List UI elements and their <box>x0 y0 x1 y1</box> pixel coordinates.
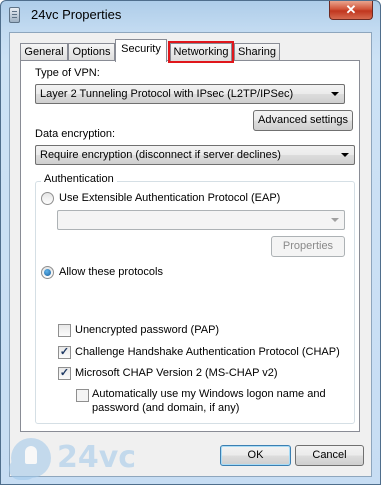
window-title: 24vc Properties <box>31 7 122 22</box>
watermark-logo: 24vc <box>9 434 151 480</box>
authentication-group-label: Authentication <box>41 173 117 185</box>
lock-icon <box>25 446 37 464</box>
pap-checkbox-label[interactable]: Unencrypted password (PAP) <box>75 324 219 336</box>
allow-protocols-radio[interactable] <box>41 266 54 279</box>
auto-logon-label-line1[interactable]: Automatically use my Windows logon name … <box>92 388 326 400</box>
auto-logon-label-line2[interactable]: password (and domain, if any) <box>92 402 239 414</box>
vpn-type-value: Layer 2 Tunneling Protocol with IPsec (L… <box>40 88 294 100</box>
allow-protocols-label[interactable]: Allow these protocols <box>59 266 163 278</box>
advanced-settings-button[interactable]: Advanced settings <box>253 110 353 131</box>
watermark-text: 24vc <box>57 440 137 475</box>
chap-checkbox[interactable]: ✓ <box>58 346 71 359</box>
cancel-button[interactable]: Cancel <box>295 445 364 466</box>
chevron-down-icon <box>331 218 339 222</box>
vpn-type-dropdown[interactable]: Layer 2 Tunneling Protocol with IPsec (L… <box>35 84 345 104</box>
mschap-checkbox[interactable]: ✓ <box>58 367 71 380</box>
eap-radio[interactable] <box>41 192 54 205</box>
properties-button[interactable]: Properties <box>271 236 345 257</box>
tab-security[interactable]: Security <box>115 39 167 62</box>
security-tab-page: Type of VPN: Layer 2 Tunneling Protocol … <box>20 60 360 432</box>
title-bar[interactable]: 24vc Properties ✕ <box>1 1 380 31</box>
ok-button[interactable]: OK <box>220 445 291 466</box>
tab-general[interactable]: General <box>20 43 68 61</box>
dialog-panel: General Options Security Networking Shar… <box>9 32 372 477</box>
chap-checkbox-label[interactable]: Challenge Handshake Authentication Proto… <box>75 346 340 358</box>
eap-radio-label[interactable]: Use Extensible Authentication Protocol (… <box>59 192 280 204</box>
chevron-down-icon <box>331 92 339 96</box>
chevron-down-icon <box>341 153 349 157</box>
tab-sharing[interactable]: Sharing <box>234 43 280 61</box>
tab-networking[interactable]: Networking <box>168 41 234 63</box>
eap-method-dropdown[interactable] <box>57 210 345 230</box>
tab-options[interactable]: Options <box>68 43 115 61</box>
data-encryption-value: Require encryption (disconnect if server… <box>40 149 281 161</box>
data-encryption-dropdown[interactable]: Require encryption (disconnect if server… <box>35 145 355 165</box>
mschap-checkbox-label[interactable]: Microsoft CHAP Version 2 (MS-CHAP v2) <box>75 367 278 379</box>
close-button[interactable]: ✕ <box>329 1 373 20</box>
vpn-type-label: Type of VPN: <box>35 67 100 79</box>
properties-window: 24vc Properties ✕ General Options Securi… <box>0 0 381 485</box>
document-icon <box>9 7 20 23</box>
auto-logon-checkbox[interactable] <box>76 389 89 402</box>
pap-checkbox[interactable] <box>58 324 71 337</box>
data-encryption-label: Data encryption: <box>35 128 116 140</box>
